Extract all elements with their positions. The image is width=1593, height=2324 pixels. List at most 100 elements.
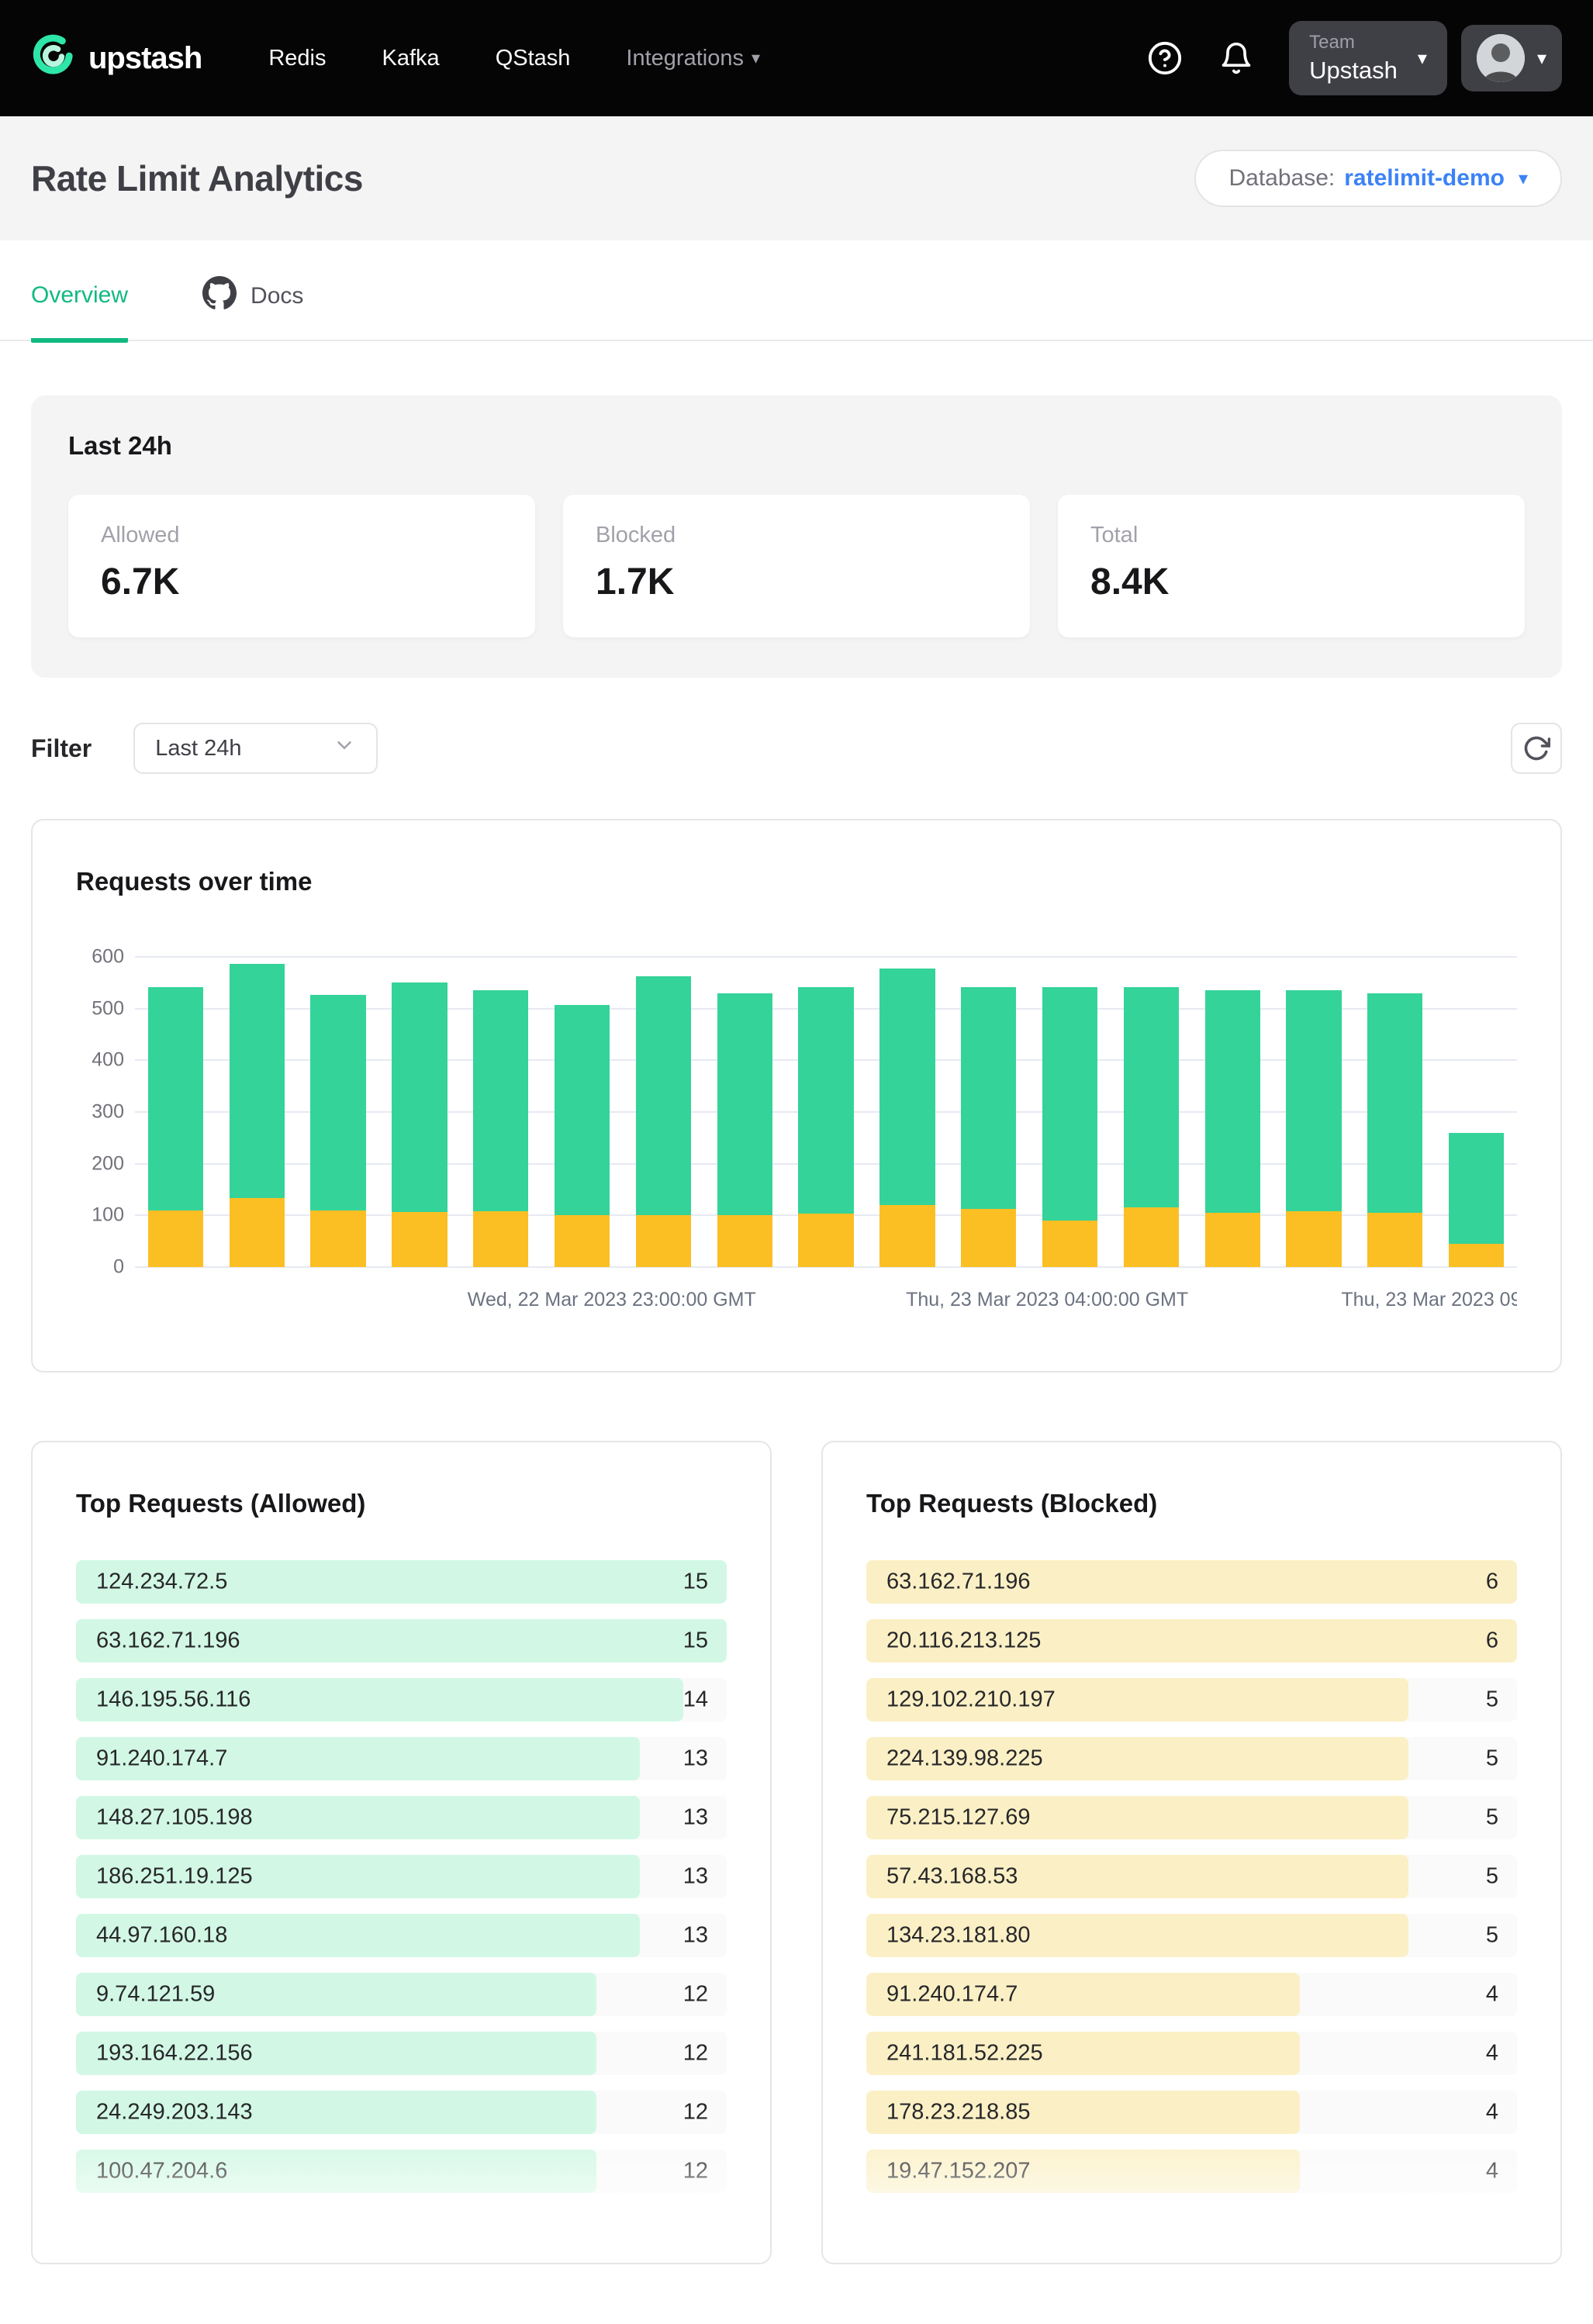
bar[interactable] <box>704 957 786 1267</box>
avatar <box>1477 34 1525 82</box>
request-count: 5 <box>1486 1864 1498 1890</box>
blocked-segment <box>961 1209 1016 1267</box>
list-item: 241.181.52.2254 <box>866 2032 1517 2075</box>
ip-address: 9.74.121.59 <box>96 1982 215 2008</box>
bar[interactable] <box>298 957 379 1267</box>
nav-link-integrations[interactable]: Integrations ▾ <box>626 46 760 71</box>
blocked-segment <box>1042 1221 1097 1267</box>
team-selector[interactable]: Team Upstash ▾ <box>1289 21 1447 95</box>
bar[interactable] <box>1029 957 1111 1267</box>
bar[interactable] <box>623 957 704 1267</box>
allowed-segment <box>961 987 1016 1209</box>
blocked-segment <box>1367 1213 1422 1267</box>
list-item: 57.43.168.53 5 <box>866 1855 1517 1898</box>
bar[interactable] <box>541 957 623 1267</box>
ip-address: 193.164.22.156 <box>96 2041 253 2067</box>
y-axis: 0100200300400500600 <box>76 957 135 1267</box>
bar[interactable] <box>866 957 948 1267</box>
database-label: Database: <box>1228 165 1335 192</box>
database-name: ratelimit-demo <box>1344 165 1505 192</box>
filter-row: Filter Last 24h <box>31 723 1562 774</box>
bar[interactable] <box>378 957 460 1267</box>
list-item: 44.97.160.1813 <box>76 1914 727 1957</box>
bar[interactable] <box>1192 957 1273 1267</box>
help-icon[interactable] <box>1146 40 1184 77</box>
request-count: 12 <box>683 1982 708 2008</box>
allowed-segment <box>1124 987 1179 1207</box>
y-tick-label: 100 <box>92 1204 124 1227</box>
x-tick-label: Thu, 23 Mar 2023 09:00:00 GMT <box>1341 1289 1517 1311</box>
database-selector[interactable]: Database: ratelimit-demo ▾ <box>1194 150 1562 207</box>
tab-docs[interactable]: Docs <box>202 276 303 340</box>
nav-link-kafka[interactable]: Kafka <box>382 46 440 71</box>
blocked-segment <box>879 1205 935 1267</box>
y-tick-label: 300 <box>92 1101 124 1124</box>
bar[interactable] <box>135 957 216 1267</box>
tab-overview-label: Overview <box>31 282 128 309</box>
blocked-segment <box>392 1212 447 1267</box>
requests-over-time-card: Requests over time 0100200300400500600 W… <box>31 819 1562 1373</box>
request-count: 12 <box>683 2159 708 2184</box>
request-count: 6 <box>1486 1628 1498 1654</box>
blocked-segment <box>717 1215 772 1267</box>
stat-allowed-label: Allowed <box>101 523 503 548</box>
chart-plot-area <box>135 957 1517 1267</box>
request-count: 4 <box>1486 2159 1498 2184</box>
stat-blocked: Blocked 1.7K <box>563 495 1030 637</box>
blocked-segment <box>1286 1211 1341 1267</box>
bar[interactable] <box>1273 957 1355 1267</box>
nav-link-qstash[interactable]: QStash <box>496 46 571 71</box>
request-count: 4 <box>1486 2041 1498 2067</box>
list-item: 146.195.56.11614 <box>76 1678 727 1721</box>
top-allowed-title: Top Requests (Allowed) <box>76 1489 727 1518</box>
list-item: 193.164.22.15612 <box>76 2032 727 2075</box>
blocked-segment <box>148 1210 203 1267</box>
y-tick-label: 400 <box>92 1049 124 1072</box>
top-blocked-card: Top Requests (Blocked) 63.162.71.196 6 20.… <box>821 1441 1562 2264</box>
request-count: 14 <box>683 1687 708 1713</box>
ip-address: 20.116.213.125 <box>886 1628 1041 1654</box>
list-item: 224.139.98.2255 <box>866 1737 1517 1780</box>
ip-address: 100.47.204.6 <box>96 2159 227 2184</box>
stat-allowed: Allowed 6.7K <box>68 495 535 637</box>
list-item: 129.102.210.1975 <box>866 1678 1517 1721</box>
bar[interactable] <box>1436 957 1517 1267</box>
bar[interactable] <box>1111 957 1192 1267</box>
top-blocked-title: Top Requests (Blocked) <box>866 1489 1517 1518</box>
allowed-segment <box>798 987 853 1214</box>
stats-title: Last 24h <box>68 431 1525 461</box>
page-title: Rate Limit Analytics <box>31 157 363 199</box>
ip-address: 224.139.98.225 <box>886 1746 1043 1772</box>
request-count: 4 <box>1486 2100 1498 2125</box>
upstash-brand[interactable]: upstash <box>31 34 202 83</box>
allowed-segment <box>473 990 528 1211</box>
bar[interactable] <box>216 957 298 1267</box>
bar[interactable] <box>1354 957 1436 1267</box>
refresh-button[interactable] <box>1511 723 1562 774</box>
ip-address: 44.97.160.18 <box>96 1923 227 1949</box>
list-item: 19.47.152.2074 <box>866 2150 1517 2193</box>
bar[interactable] <box>948 957 1029 1267</box>
upstash-logo-icon <box>31 34 76 83</box>
request-count: 13 <box>683 1864 708 1890</box>
y-tick-label: 600 <box>92 946 124 969</box>
top-navbar: upstash Redis Kafka QStash Integrations … <box>0 0 1593 116</box>
nav-link-redis[interactable]: Redis <box>268 46 326 71</box>
request-count: 15 <box>683 1628 708 1654</box>
tab-overview[interactable]: Overview <box>31 276 128 343</box>
blocked-segment <box>230 1198 285 1267</box>
ip-address: 63.162.71.196 <box>886 1569 1030 1595</box>
bell-icon[interactable] <box>1218 40 1255 77</box>
bar[interactable] <box>786 957 867 1267</box>
user-menu[interactable]: ▾ <box>1461 25 1562 92</box>
y-tick-label: 0 <box>113 1256 124 1279</box>
allowed-segment <box>879 969 935 1205</box>
chevron-down-icon <box>333 734 356 763</box>
bar[interactable] <box>460 957 541 1267</box>
stat-total-value: 8.4K <box>1090 561 1492 603</box>
stat-blocked-value: 1.7K <box>596 561 997 603</box>
time-range-value: Last 24h <box>155 736 241 761</box>
filter-label: Filter <box>31 734 92 763</box>
ip-address: 57.43.168.53 <box>886 1864 1018 1890</box>
time-range-select[interactable]: Last 24h <box>133 723 378 774</box>
